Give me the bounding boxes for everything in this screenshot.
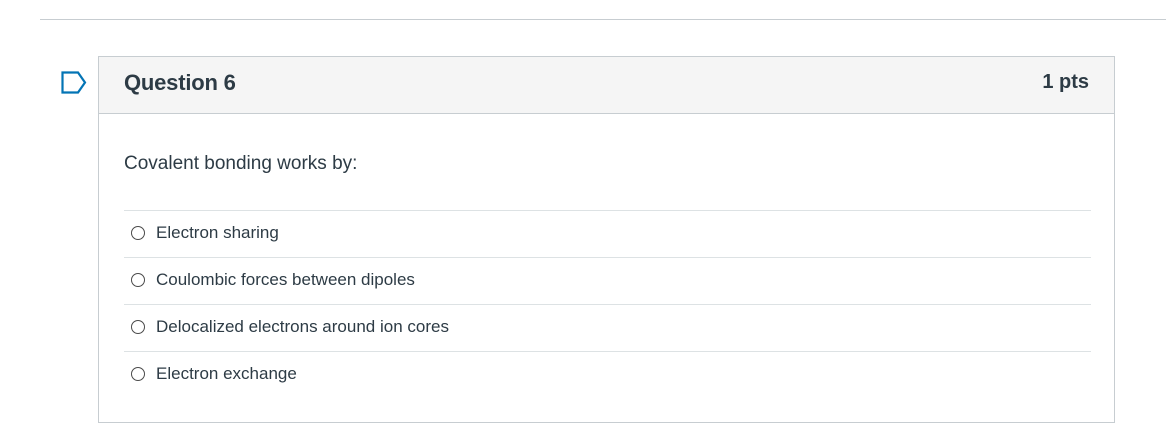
- answer-option[interactable]: Coulombic forces between dipoles: [124, 257, 1091, 304]
- question-title: Question 6: [124, 70, 236, 95]
- radio-button[interactable]: [131, 367, 145, 381]
- answer-option[interactable]: Electron sharing: [124, 210, 1091, 257]
- question-points: 1 pts: [1042, 71, 1089, 93]
- radio-button[interactable]: [131, 226, 145, 240]
- answer-option[interactable]: Delocalized electrons around ion cores: [124, 304, 1091, 351]
- question-card: Question 6 1 pts Covalent bonding works …: [98, 56, 1115, 423]
- question-header: Question 6 1 pts: [99, 57, 1114, 114]
- question-text: Covalent bonding works by:: [124, 153, 358, 174]
- answer-label[interactable]: Delocalized electrons around ion cores: [156, 317, 449, 337]
- radio-button[interactable]: [131, 320, 145, 334]
- top-divider: [40, 19, 1166, 20]
- flag-question-button[interactable]: [61, 71, 87, 95]
- answer-list: Electron sharing Coulombic forces betwee…: [124, 210, 1091, 398]
- answer-label[interactable]: Electron exchange: [156, 364, 297, 384]
- answer-option[interactable]: Electron exchange: [124, 351, 1091, 398]
- answer-label[interactable]: Electron sharing: [156, 223, 279, 243]
- radio-button[interactable]: [131, 273, 145, 287]
- flag-icon: [61, 71, 87, 94]
- answer-label[interactable]: Coulombic forces between dipoles: [156, 270, 415, 290]
